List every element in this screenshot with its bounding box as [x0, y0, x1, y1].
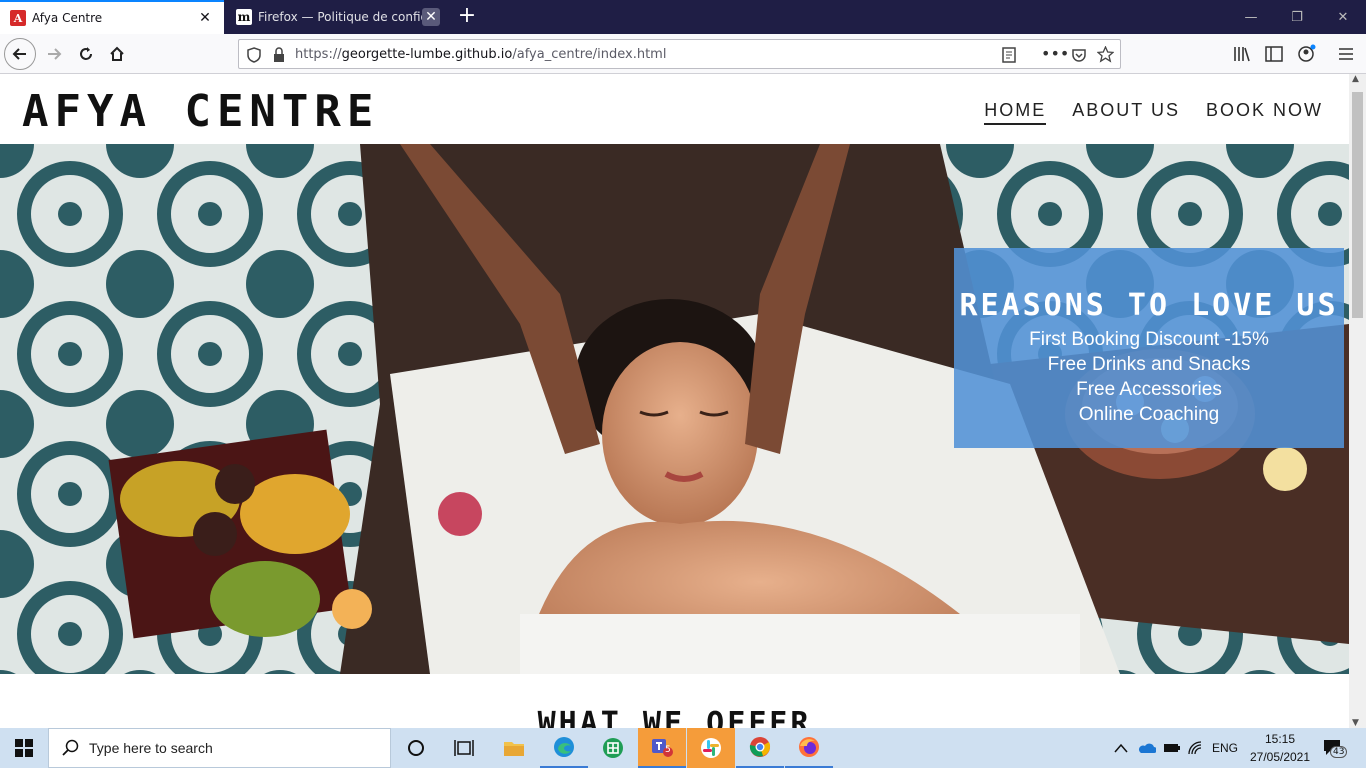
firefox-icon[interactable]	[785, 728, 833, 768]
page-actions-icon[interactable]: •••	[1041, 44, 1069, 63]
search-icon	[62, 739, 79, 756]
hero-image: REASONS TO LOVE US First Booking Discoun…	[0, 144, 1349, 674]
menu-icon[interactable]	[1338, 46, 1354, 62]
page-scrollbar[interactable]: ▲ ▼	[1349, 74, 1366, 728]
sidebar-icon[interactable]	[1265, 46, 1283, 62]
cortana-icon[interactable]	[392, 728, 440, 768]
start-button[interactable]	[0, 728, 48, 768]
tab-firefox-privacy[interactable]: m Firefox — Politique de confidentialité…	[226, 0, 450, 34]
reasons-panel: REASONS TO LOVE US First Booking Discoun…	[954, 248, 1344, 448]
language-indicator[interactable]: ENG	[1212, 728, 1238, 768]
address-bar[interactable]: https://georgette-lumbe.github.io/afya_c…	[238, 39, 1121, 69]
reload-button[interactable]	[70, 38, 102, 70]
scroll-up-icon[interactable]: ▲	[1352, 74, 1359, 84]
home-button[interactable]	[101, 38, 133, 70]
site-logo[interactable]: AFYA CENTRE	[22, 86, 379, 137]
reasons-list: First Booking Discount -15% Free Drinks …	[954, 327, 1344, 427]
show-hidden-icons[interactable]	[1114, 728, 1128, 768]
tab-label: Afya Centre	[32, 11, 103, 25]
windows-logo-icon	[15, 739, 33, 757]
wifi-icon[interactable]	[1188, 728, 1204, 768]
chevron-up-icon	[1114, 743, 1128, 753]
restore-icon[interactable]: ❐	[1274, 0, 1320, 34]
nav-book-now[interactable]: BOOK NOW	[1206, 100, 1323, 125]
minimize-icon[interactable]: —	[1228, 0, 1274, 34]
nav-about-us[interactable]: ABOUT US	[1072, 100, 1180, 125]
back-arrow-icon	[12, 48, 26, 60]
pocket-icon[interactable]	[1071, 47, 1087, 63]
clock-time: 15:15	[1264, 732, 1296, 746]
nav-home[interactable]: HOME	[984, 100, 1047, 125]
reasons-title: REASONS TO LOVE US	[959, 288, 1339, 323]
url-text: https://georgette-lumbe.github.io/afya_c…	[295, 46, 667, 62]
onedrive-icon[interactable]	[1138, 728, 1156, 768]
file-explorer-icon[interactable]	[490, 728, 538, 768]
sheets-app-icon[interactable]	[589, 728, 637, 768]
search-placeholder: Type here to search	[89, 740, 213, 756]
close-tab-icon[interactable]: ✕	[422, 8, 440, 26]
tab-bar: A Afya Centre ✕ m Firefox — Politique de…	[0, 0, 1366, 34]
tab-afya-centre[interactable]: A Afya Centre ✕	[0, 0, 224, 34]
reader-view-icon[interactable]	[1001, 47, 1017, 63]
reason-item: Online Coaching	[1078, 404, 1220, 425]
tab-label: Firefox — Politique de confidentialité	[258, 10, 422, 24]
new-tab-button[interactable]: +	[456, 5, 478, 27]
mozilla-favicon-icon: m	[236, 9, 252, 25]
forward-button[interactable]	[38, 38, 70, 70]
main-nav: HOME ABOUT US BOOK NOW	[984, 100, 1323, 125]
library-icon[interactable]	[1233, 46, 1251, 62]
web-page: AFYA CENTRE HOME ABOUT US BOOK NOW REASO…	[0, 74, 1349, 728]
clock-date: 27/05/2021	[1249, 750, 1311, 764]
windows-taskbar: Type here to search 5 ENG 15:15 27/05/20…	[0, 728, 1366, 768]
afya-favicon-icon: A	[10, 10, 26, 26]
shield-icon[interactable]	[247, 47, 261, 63]
slack-icon[interactable]	[687, 728, 735, 768]
chrome-icon[interactable]	[736, 728, 784, 768]
section-title-what-we-offer: WHAT WE OFFER	[537, 706, 812, 728]
notification-count: 43	[1330, 746, 1348, 758]
clock[interactable]: 15:15 27/05/2021	[1244, 730, 1316, 766]
navigation-toolbar: https://georgette-lumbe.github.io/afya_c…	[0, 34, 1366, 74]
scrollbar-thumb[interactable]	[1352, 92, 1363, 318]
site-header: AFYA CENTRE HOME ABOUT US BOOK NOW	[0, 74, 1349, 144]
edge-icon[interactable]	[540, 728, 588, 768]
lock-icon[interactable]	[273, 47, 285, 63]
bookmark-star-icon[interactable]	[1097, 46, 1114, 63]
teams-badge: 5	[665, 745, 671, 755]
scroll-down-icon[interactable]: ▼	[1352, 718, 1359, 728]
back-button[interactable]	[4, 38, 36, 70]
teams-icon[interactable]: 5	[638, 728, 686, 768]
reason-item: Free Drinks and Snacks	[1047, 354, 1251, 375]
task-view-icon[interactable]	[440, 728, 488, 768]
reason-item: Free Accessories	[1076, 379, 1222, 400]
close-window-icon[interactable]: ✕	[1320, 0, 1366, 34]
forward-arrow-icon	[48, 48, 62, 60]
home-icon	[110, 46, 124, 61]
reload-icon	[80, 47, 92, 60]
account-icon[interactable]	[1297, 44, 1317, 64]
battery-icon[interactable]	[1163, 728, 1181, 768]
close-tab-icon[interactable]: ✕	[196, 9, 214, 27]
action-center-button[interactable]: 43	[1322, 728, 1348, 768]
taskbar-search[interactable]: Type here to search	[48, 728, 391, 768]
reason-item: First Booking Discount -15%	[1029, 329, 1269, 350]
